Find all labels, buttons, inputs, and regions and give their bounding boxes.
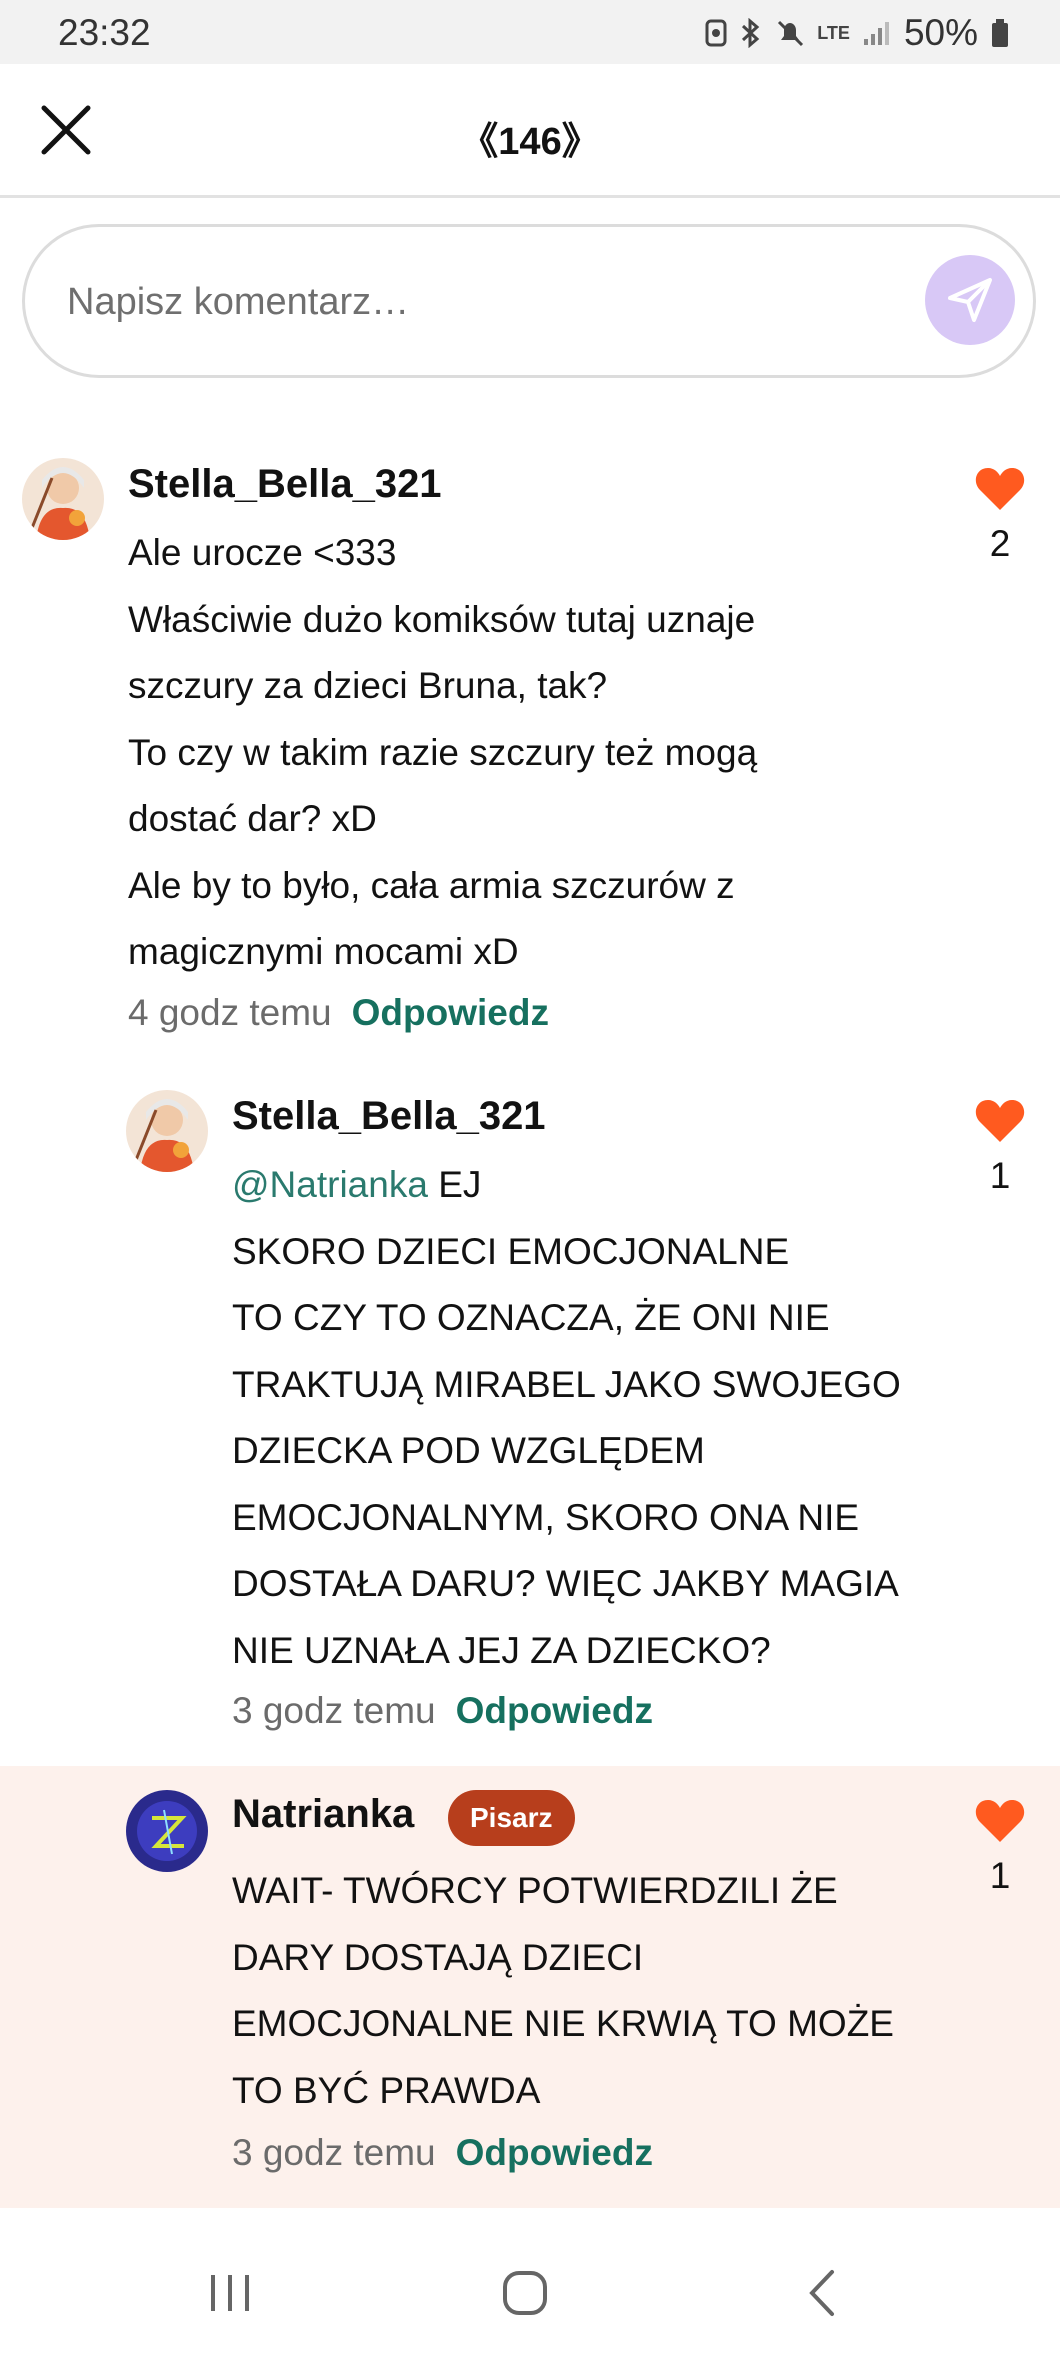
comment-line: EMOCJONALNYM, SKORO ONA NIE <box>232 1496 860 1538</box>
recent-apps-icon <box>211 2275 249 2311</box>
system-nav-bar <box>0 2208 1060 2363</box>
writer-badge: Pisarz <box>448 1790 575 1846</box>
comment-username[interactable]: Stella_Bella_321 <box>128 462 442 507</box>
send-icon <box>948 278 992 322</box>
comment-line: NIE UZNAŁA JEJ ZA DZIECKO? <box>232 1629 771 1671</box>
like-count: 2 <box>989 523 1011 564</box>
heart-icon <box>975 1800 1025 1842</box>
reply-button[interactable]: Odpowiedz <box>456 1690 653 1731</box>
avatar[interactable] <box>126 1090 208 1172</box>
bluetooth-icon <box>742 18 760 48</box>
like-button[interactable]: 1 <box>970 1098 1030 1197</box>
comment-body: WAIT- TWÓRCY POTWIERDZILI ŻE DARY DOSTAJ… <box>232 1858 972 2124</box>
comment-line: Ale urocze <333 <box>128 532 397 573</box>
comment-line: To czy w takim razie szczury też mogą <box>128 731 758 773</box>
comment-username[interactable]: Natrianka <box>232 1792 414 1837</box>
avatar[interactable] <box>22 458 104 540</box>
like-button[interactable]: 1 <box>970 1798 1030 1897</box>
comment-time: 3 godz temu <box>232 2132 436 2173</box>
network-type: LTE <box>817 23 850 43</box>
comment-line: EMOCJONALNE NIE KRWIĄ TO MOŻE <box>232 2003 894 2044</box>
heart-icon <box>975 1100 1025 1142</box>
comment-line: DOSTAŁA DARU? WIĘC JAKBY MAGIA <box>232 1563 899 1604</box>
comment-username[interactable]: Stella_Bella_321 <box>232 1094 546 1139</box>
send-button[interactable] <box>925 255 1015 345</box>
comment-line: TO CZY TO OZNACZA, ŻE ONI NIE <box>232 1297 830 1338</box>
comment-reply-highlighted: Natrianka Pisarz WAIT- TWÓRCY POTWIERDZI… <box>0 1766 1060 2208</box>
comment-input[interactable] <box>67 267 887 337</box>
comment-line-rest: EJ <box>427 1164 482 1205</box>
header: 《146》 <box>0 64 1060 198</box>
back-icon <box>809 2270 834 2316</box>
mention-link[interactable]: @Natrianka <box>232 1164 428 1205</box>
avatar-image <box>22 458 104 540</box>
comment-body: Ale urocze <333 Właściwie dużo komiksów … <box>128 520 968 986</box>
mute-icon <box>778 20 804 47</box>
page-title: 《146》 <box>460 121 600 163</box>
comment-line: WAIT- TWÓRCY POTWIERDZILI ŻE <box>232 1870 838 1911</box>
comment: Stella_Bella_321 Ale urocze <333 Właściw… <box>0 440 1060 1060</box>
comment-line: TO BYĆ PRAWDA <box>232 2069 541 2111</box>
status-bar: 23:32 LTE 50% <box>0 0 1060 64</box>
recent-apps-button[interactable] <box>190 2253 270 2333</box>
like-button[interactable]: 2 <box>970 466 1030 565</box>
avatar-image <box>126 1790 208 1872</box>
status-time: 23:32 <box>58 12 151 53</box>
comment-line: Ale by to było, cała armia szczurów z <box>128 864 735 906</box>
comment-reply: Stella_Bella_321 @Natrianka EJ SKORO DZI… <box>0 1072 1060 1764</box>
comment-line: szczury za dzieci Bruna, tak? <box>128 665 608 706</box>
comment-line: magicznymi mocami xD <box>128 931 519 972</box>
comment-line: SKORO DZIECI EMOCJONALNE <box>232 1230 790 1272</box>
comment-line: @Natrianka EJ <box>232 1152 972 1219</box>
back-button[interactable] <box>782 2253 862 2333</box>
shield-icon <box>705 19 727 47</box>
comment-meta: 3 godz temu Odpowiedz <box>232 1690 653 1732</box>
comment-time: 3 godz temu <box>232 1690 436 1731</box>
home-icon <box>503 2271 547 2315</box>
comment-line: dostać dar? xD <box>128 798 377 839</box>
comment-time: 4 godz temu <box>128 992 332 1033</box>
avatar[interactable] <box>126 1790 208 1872</box>
signal-icon <box>863 22 889 45</box>
comment-line: DZIECKA POD WZGLĘDEM <box>232 1430 705 1471</box>
like-count: 1 <box>989 1155 1011 1196</box>
reply-button[interactable]: Odpowiedz <box>456 2132 653 2173</box>
comment-meta: 3 godz temu Odpowiedz <box>232 2132 653 2174</box>
comment-box <box>22 224 1036 378</box>
battery-icon <box>992 19 1008 47</box>
comment-body: @Natrianka EJ SKORO DZIECI EMOCJONALNE T… <box>232 1152 972 1684</box>
reply-button[interactable]: Odpowiedz <box>352 992 549 1033</box>
battery-percent: 50% <box>903 12 978 53</box>
comment-line: DARY DOSTAJĄ DZIECI <box>232 1936 644 1978</box>
status-icons: LTE 50% <box>705 12 1010 54</box>
like-count: 1 <box>989 1855 1011 1896</box>
comment-line: Właściwie dużo komiksów tutaj uznaje <box>128 598 756 640</box>
home-button[interactable] <box>485 2253 565 2333</box>
comment-meta: 4 godz temu Odpowiedz <box>128 992 549 1034</box>
comment-line: TRAKTUJĄ MIRABEL JAKO SWOJEGO <box>232 1363 901 1405</box>
avatar-image <box>126 1090 208 1172</box>
heart-icon <box>975 468 1025 510</box>
